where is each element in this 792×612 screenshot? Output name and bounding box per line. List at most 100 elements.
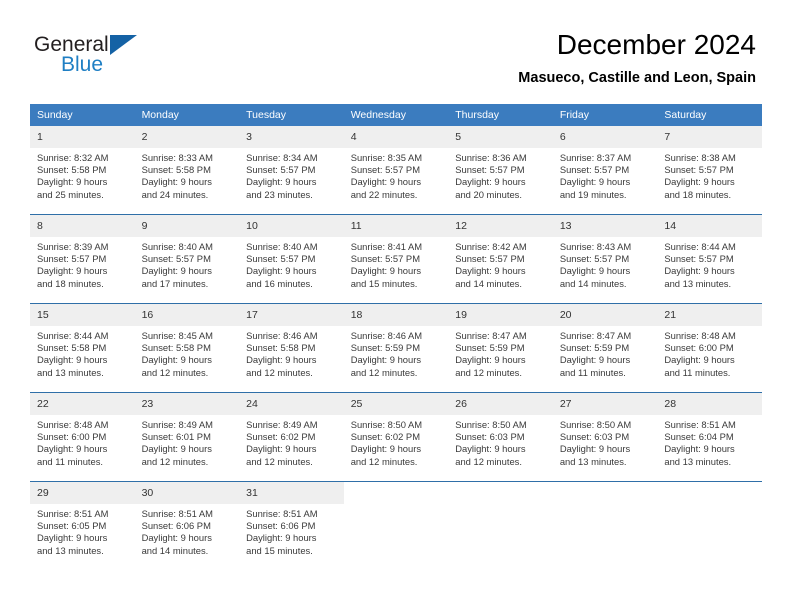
daylight-text: and 13 minutes. [37, 544, 104, 556]
calendar-day-cell[interactable]: 9 Sunrise: 8:40 AM Sunset: 5:57 PM Daylight… [134, 214, 240, 304]
calendar-cell-empty [343, 481, 449, 570]
sunrise-sunset-calendar: Sunday Monday Tuesday Wednesday Thursday Frid… [30, 104, 762, 570]
daylight-text: and 12 minutes. [455, 366, 522, 378]
day-details: Sunrise: 8:50 AM Sunset: 6:03 PM Daylight:… [448, 415, 553, 468]
daylight-text: and 11 minutes. [559, 366, 626, 378]
daylight-text: Daylight: 9 hours [455, 354, 526, 366]
daylight-text: Daylight: 9 hours [559, 443, 631, 455]
daylight-text: and 11 minutes. [37, 455, 104, 467]
weekday-header-wednesday: Wednesday [343, 104, 449, 126]
day-details: Sunrise: 8:40 AM Sunset: 5:57 PM Daylight:… [135, 237, 240, 290]
calendar-day-cell[interactable]: 6 Sunrise: 8:37 AM Sunset: 5:57 PM Daylight… [552, 126, 658, 215]
calendar-day-cell[interactable]: 2 Sunrise: 8:33 AM Sunset: 5:58 PM Daylight… [134, 126, 240, 215]
calendar-day-cell[interactable]: 4 Sunrise: 8:35 AM Sunset: 5:57 PM Daylight… [343, 126, 449, 215]
weekday-header-friday: Friday [552, 104, 658, 126]
day-number: 10 [239, 215, 344, 237]
day-number: 2 [134, 126, 240, 148]
sunset-text: Sunset: 5:59 PM [455, 342, 525, 354]
calendar-day-cell[interactable]: 11 Sunrise: 8:41 AM Sunset: 5:57 PM Dayligh… [343, 214, 449, 304]
sunset-text: Sunset: 5:59 PM [559, 342, 630, 354]
daylight-text: and 18 minutes. [37, 277, 104, 289]
calendar-day-cell[interactable]: 24 Sunrise: 8:49 AM Sunset: 6:02 PM Dayligh… [239, 392, 344, 482]
day-details: Sunrise: 8:47 AM Sunset: 5:59 PM Daylight:… [448, 326, 553, 379]
weekday-header-thursday: Thursday [448, 104, 553, 126]
calendar-day-cell[interactable]: 20 Sunrise: 8:47 AM Sunset: 5:59 PM Dayligh… [552, 303, 658, 393]
sunrise-text: Sunrise: 8:51 AM [664, 419, 736, 430]
sunset-text: Sunset: 6:01 PM [141, 431, 211, 443]
calendar-day-cell[interactable]: 17 Sunrise: 8:46 AM Sunset: 5:58 PM Dayligh… [239, 303, 344, 393]
calendar-day-cell[interactable]: 7 Sunrise: 8:38 AM Sunset: 5:57 PM Daylight… [657, 126, 762, 215]
day-number: 1 [30, 126, 135, 148]
daylight-text: and 20 minutes. [455, 188, 522, 200]
calendar-day-cell[interactable]: 28 Sunrise: 8:51 AM Sunset: 6:04 PM Dayligh… [657, 392, 762, 482]
daylight-text: and 18 minutes. [664, 188, 732, 200]
calendar-body: 1 Sunrise: 8:32 AM Sunset: 5:58 PM Daylight… [30, 126, 762, 570]
day-number: 27 [552, 393, 658, 415]
sunset-text: Sunset: 5:58 PM [37, 164, 107, 176]
day-number: 4 [343, 126, 449, 148]
calendar-day-cell[interactable]: 13 Sunrise: 8:43 AM Sunset: 5:57 PM Dayligh… [552, 214, 658, 304]
daylight-text: and 15 minutes. [350, 277, 418, 289]
calendar-day-cell[interactable]: 27 Sunrise: 8:50 AM Sunset: 6:03 PM Dayligh… [552, 392, 658, 482]
calendar-day-cell[interactable]: 16 Sunrise: 8:45 AM Sunset: 5:58 PM Dayligh… [134, 303, 240, 393]
day-details: Sunrise: 8:46 AM Sunset: 5:58 PM Daylight:… [239, 326, 344, 379]
calendar-day-cell[interactable]: 10 Sunrise: 8:40 AM Sunset: 5:57 PM Dayligh… [239, 214, 344, 304]
location-subtitle: Masueco, Castille and Leon, Spain [518, 70, 756, 86]
calendar-page: General Blue December 2024 Masueco, Cast… [0, 0, 792, 612]
calendar-day-cell[interactable]: 12 Sunrise: 8:42 AM Sunset: 5:57 PM Dayligh… [448, 214, 553, 304]
daylight-text: Daylight: 9 hours [141, 265, 212, 277]
general-blue-logo: General Blue [34, 33, 204, 79]
day-number: 24 [239, 393, 344, 415]
calendar-day-cell[interactable]: 1 Sunrise: 8:32 AM Sunset: 5:58 PM Daylight… [30, 126, 135, 215]
sunrise-text: Sunrise: 8:50 AM [350, 419, 423, 430]
calendar-day-cell[interactable]: 15 Sunrise: 8:44 AM Sunset: 5:58 PM Dayligh… [30, 303, 135, 393]
daylight-text: Daylight: 9 hours [37, 532, 108, 544]
daylight-text: Daylight: 9 hours [141, 176, 212, 188]
calendar-day-cell[interactable]: 26 Sunrise: 8:50 AM Sunset: 6:03 PM Dayligh… [448, 392, 553, 482]
daylight-text: Daylight: 9 hours [37, 265, 108, 277]
calendar-day-cell[interactable]: 25 Sunrise: 8:50 AM Sunset: 6:02 PM Dayligh… [343, 392, 449, 482]
daylight-text: Daylight: 9 hours [141, 532, 212, 544]
day-details: Sunrise: 8:48 AM Sunset: 6:00 PM Daylight:… [30, 415, 135, 468]
sunrise-text: Sunrise: 8:37 AM [559, 152, 632, 163]
daylight-text: and 12 minutes. [246, 366, 313, 378]
calendar-day-cell[interactable]: 29 Sunrise: 8:51 AM Sunset: 6:05 PM Dayligh… [30, 481, 135, 570]
sunset-text: Sunset: 6:02 PM [246, 431, 316, 443]
calendar-day-cell[interactable]: 21 Sunrise: 8:48 AM Sunset: 6:00 PM Dayligh… [657, 303, 762, 393]
sunset-text: Sunset: 5:58 PM [141, 342, 211, 354]
calendar-day-cell[interactable]: 18 Sunrise: 8:46 AM Sunset: 5:59 PM Dayligh… [343, 303, 449, 393]
calendar-day-cell[interactable]: 22 Sunrise: 8:48 AM Sunset: 6:00 PM Dayligh… [30, 392, 135, 482]
daylight-text: and 13 minutes. [664, 277, 732, 289]
calendar-week-row: 8 Sunrise: 8:39 AM Sunset: 5:57 PM Daylight… [30, 214, 762, 304]
calendar-day-cell[interactable]: 30 Sunrise: 8:51 AM Sunset: 6:06 PM Dayligh… [134, 481, 240, 570]
sunset-text: Sunset: 5:57 PM [350, 253, 420, 265]
weekday-header-tuesday: Tuesday [239, 104, 344, 126]
calendar-day-cell[interactable]: 14 Sunrise: 8:44 AM Sunset: 5:57 PM Dayligh… [657, 214, 762, 304]
sunset-text: Sunset: 5:57 PM [246, 164, 316, 176]
calendar-day-cell[interactable]: 31 Sunrise: 8:51 AM Sunset: 6:06 PM Dayligh… [239, 481, 344, 570]
sunset-text: Sunset: 5:57 PM [664, 253, 734, 265]
daylight-text: Daylight: 9 hours [664, 443, 735, 455]
sunrise-text: Sunrise: 8:32 AM [37, 152, 109, 163]
calendar-day-cell[interactable]: 19 Sunrise: 8:47 AM Sunset: 5:59 PM Dayligh… [448, 303, 553, 393]
day-details: Sunrise: 8:50 AM Sunset: 6:02 PM Daylight:… [344, 415, 449, 468]
day-number: 30 [134, 482, 240, 504]
title-block: December 2024 Masueco, Castille and Leon… [518, 28, 756, 87]
day-number: 11 [343, 215, 449, 237]
calendar-day-cell[interactable]: 3 Sunrise: 8:34 AM Sunset: 5:57 PM Daylight… [239, 126, 344, 215]
daylight-text: Daylight: 9 hours [141, 443, 212, 455]
calendar-day-cell[interactable]: 8 Sunrise: 8:39 AM Sunset: 5:57 PM Daylight… [30, 214, 135, 304]
day-number: 16 [134, 304, 240, 326]
sunset-text: Sunset: 6:04 PM [664, 431, 734, 443]
sunrise-text: Sunrise: 8:35 AM [350, 152, 423, 163]
daylight-text: Daylight: 9 hours [559, 176, 631, 188]
daylight-text: Daylight: 9 hours [664, 176, 735, 188]
day-details: Sunrise: 8:35 AM Sunset: 5:57 PM Daylight:… [344, 148, 449, 201]
day-number-empty [448, 482, 553, 504]
day-number: 7 [657, 126, 762, 148]
calendar-day-cell[interactable]: 5 Sunrise: 8:36 AM Sunset: 5:57 PM Daylight… [448, 126, 553, 215]
sunset-text: Sunset: 5:57 PM [559, 253, 630, 265]
calendar-day-cell[interactable]: 23 Sunrise: 8:49 AM Sunset: 6:01 PM Dayligh… [134, 392, 240, 482]
day-number-empty [657, 482, 762, 504]
daylight-text: and 11 minutes. [664, 366, 731, 378]
